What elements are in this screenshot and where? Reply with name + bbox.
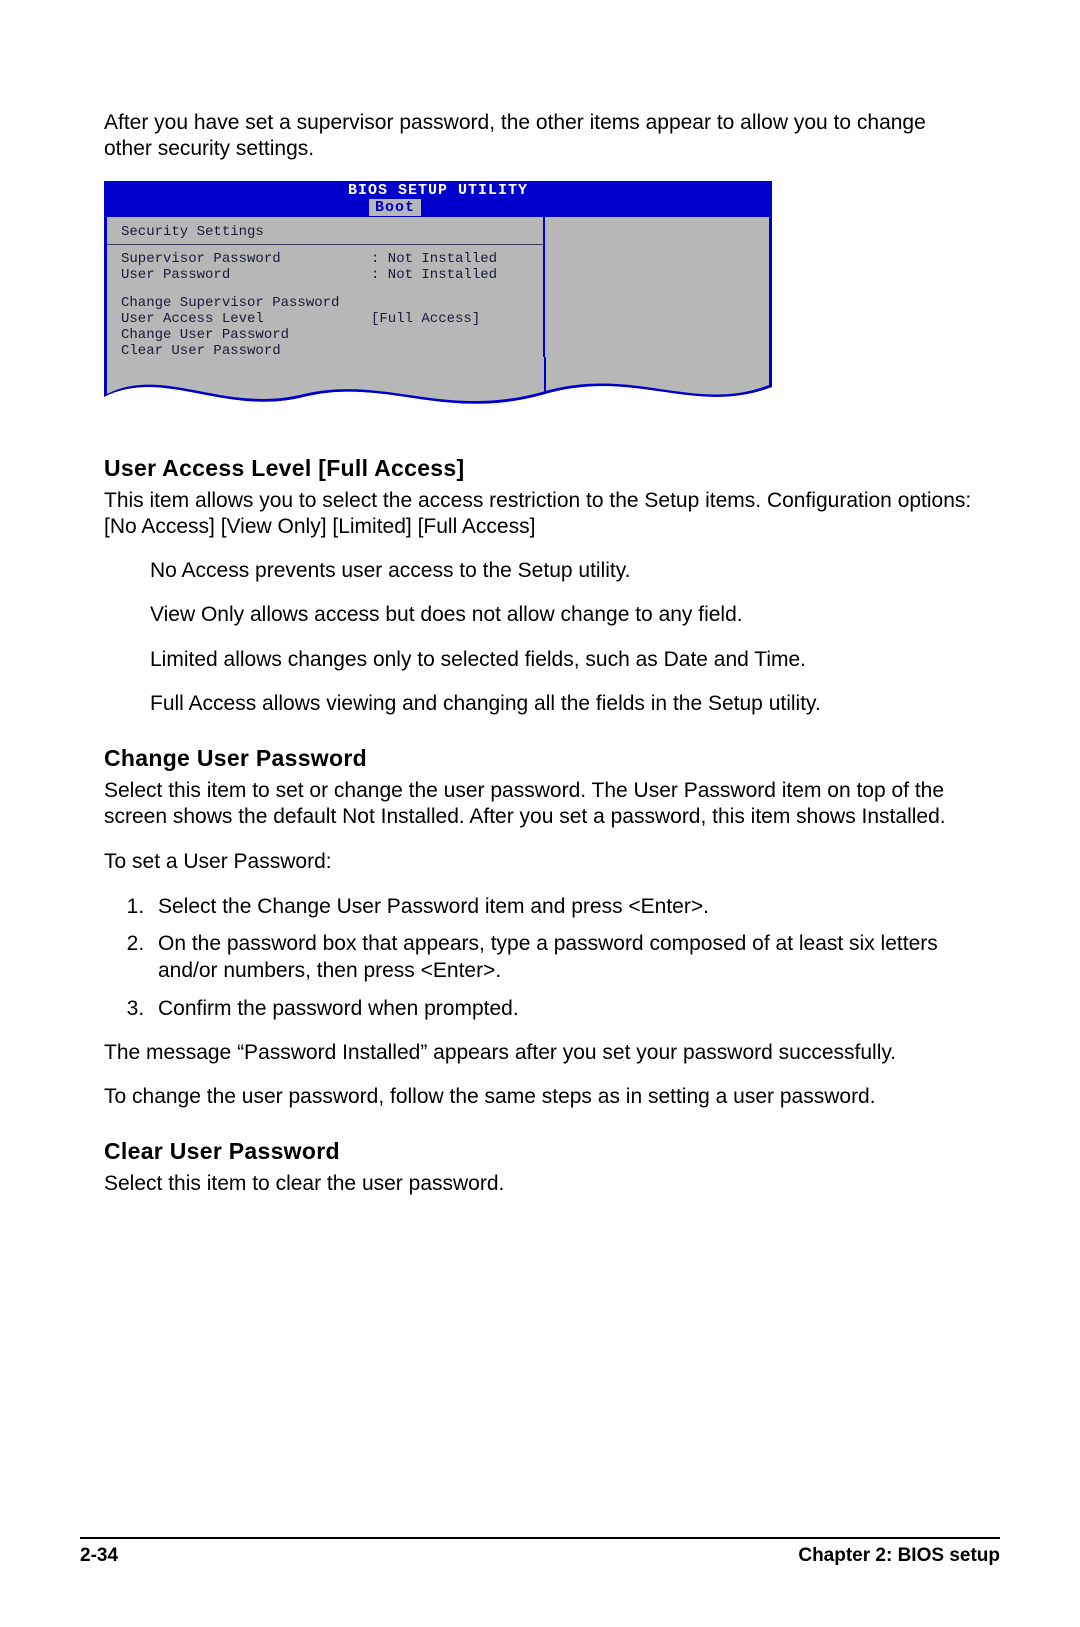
bios-title: BIOS SETUP UTILITY xyxy=(104,181,772,199)
cup-p2: To set a User Password: xyxy=(104,849,976,875)
bios-divider xyxy=(107,244,543,245)
label: Change Supervisor Password xyxy=(121,295,371,311)
bios-status-supervisor: Supervisor Password : Not Installed xyxy=(121,251,533,267)
bios-item-change-supervisor: Change Supervisor Password xyxy=(121,295,533,311)
label: Supervisor Password xyxy=(121,251,371,267)
bios-status-user: User Password : Not Installed xyxy=(121,267,533,283)
cup-p3: The message “Password Installed” appears… xyxy=(104,1040,976,1066)
cup-p1: Select this item to set or change the us… xyxy=(104,778,976,831)
cup-step-3: Confirm the password when prompted. xyxy=(150,995,976,1022)
heading-change-user-password: Change User Password xyxy=(104,745,976,772)
intro-paragraph: After you have set a supervisor password… xyxy=(104,110,976,163)
ual-description: This item allows you to select the acces… xyxy=(104,488,976,541)
bios-screenshot: BIOS SETUP UTILITY Boot Security Setting… xyxy=(104,181,772,427)
value: : Not Installed xyxy=(371,267,497,283)
clr-p1: Select this item to clear the user passw… xyxy=(104,1171,976,1197)
cup-steps: Select the Change User Password item and… xyxy=(104,893,976,1022)
heading-clear-user-password: Clear User Password xyxy=(104,1138,976,1165)
bios-active-tab: Boot xyxy=(369,199,421,216)
label: User Access Level xyxy=(121,311,371,327)
ual-full-access: Full Access allows viewing and changing … xyxy=(150,691,976,717)
bios-tab-row: Boot xyxy=(104,199,772,217)
cup-step-1: Select the Change User Password item and… xyxy=(150,893,976,920)
bios-panel-heading: Security Settings xyxy=(121,225,533,240)
ual-limited: Limited allows changes only to selected … xyxy=(150,647,976,673)
chapter-label: Chapter 2: BIOS setup xyxy=(798,1545,1000,1567)
page-footer: 2-34 Chapter 2: BIOS setup xyxy=(80,1537,1000,1567)
value: [Full Access] xyxy=(371,311,480,327)
bios-item-change-user-pw: Change User Password xyxy=(121,327,533,343)
bios-torn-edge xyxy=(104,357,772,427)
cup-p4: To change the user password, follow the … xyxy=(104,1084,976,1110)
manual-page: After you have set a supervisor password… xyxy=(0,0,1080,1627)
page-number: 2-34 xyxy=(80,1545,118,1567)
ual-no-access: No Access prevents user access to the Se… xyxy=(150,558,976,584)
footer-rule xyxy=(80,1537,1000,1539)
ual-view-only: View Only allows access but does not all… xyxy=(150,602,976,628)
value: : Not Installed xyxy=(371,251,497,267)
label: Change User Password xyxy=(121,327,371,343)
cup-step-2: On the password box that appears, type a… xyxy=(150,930,976,985)
heading-user-access-level: User Access Level [Full Access] xyxy=(104,455,976,482)
label: User Password xyxy=(121,267,371,283)
bios-item-user-access-level: User Access Level [Full Access] xyxy=(121,311,533,327)
